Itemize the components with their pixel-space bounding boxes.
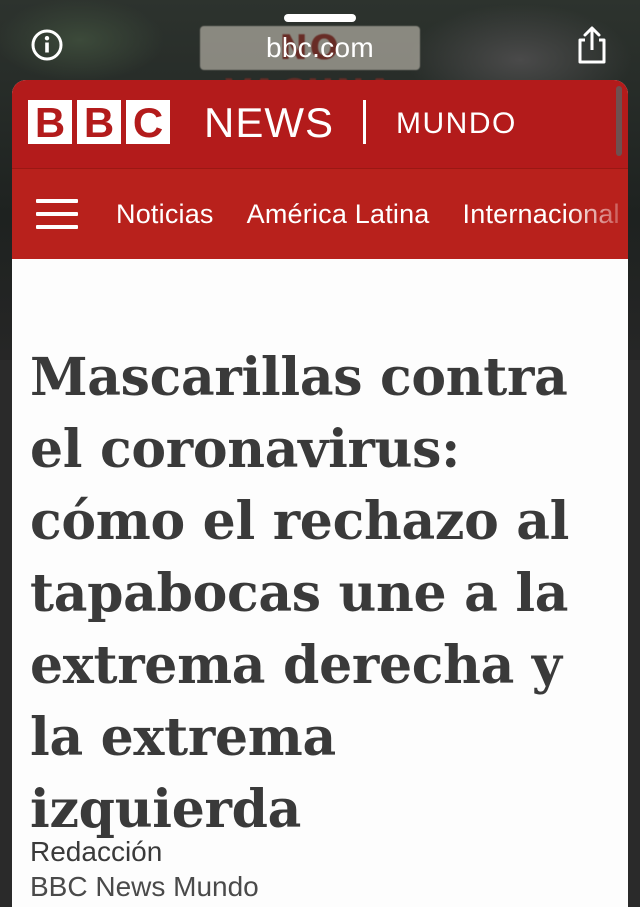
url-text: bbc.com (266, 32, 374, 63)
nav-overflow-fade (568, 169, 628, 259)
phone-screen: NO VACUNA bbc.com B B C NEWS MUNDO (0, 0, 640, 907)
share-icon[interactable] (574, 24, 610, 66)
bbc-logo-letter: C (126, 100, 170, 146)
address-bar[interactable]: bbc.com (180, 26, 460, 70)
masthead-divider (363, 100, 366, 144)
nav-item-noticias[interactable]: Noticias (116, 199, 214, 230)
nav-item-america-latina[interactable]: América Latina (247, 199, 430, 230)
page-card: B B C NEWS MUNDO Noticias América Latina… (12, 80, 628, 907)
section-nav: Noticias América Latina Internacional (12, 168, 628, 259)
nav-links: Noticias América Latina Internacional (116, 169, 620, 259)
bbc-logo-letter: B (28, 100, 72, 146)
news-wordmark: NEWS (204, 99, 334, 146)
article-headline: Mascarillas contra el coronavirus: cómo … (30, 347, 570, 840)
hamburger-menu-icon[interactable] (36, 199, 78, 229)
bbc-masthead[interactable]: B B C NEWS MUNDO (12, 80, 628, 168)
edition-name: MUNDO (396, 107, 517, 140)
bbc-logo[interactable]: B B C (28, 100, 170, 146)
info-circle-icon[interactable] (30, 28, 64, 62)
sheet-grabber[interactable] (284, 14, 356, 22)
byline-outlet: BBC News Mundo (30, 871, 259, 902)
scrollbar-thumb[interactable] (616, 86, 622, 156)
byline-author: Redacción (30, 836, 163, 867)
bbc-logo-letter: B (77, 100, 121, 146)
